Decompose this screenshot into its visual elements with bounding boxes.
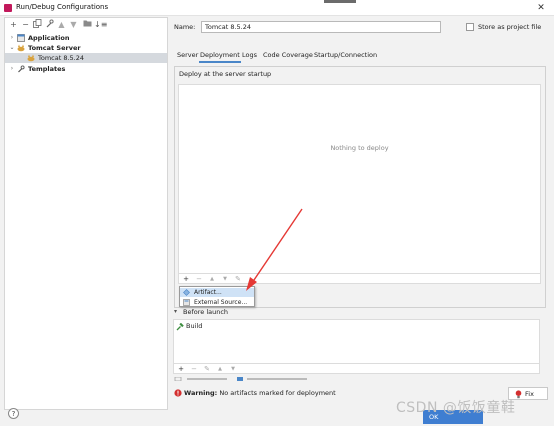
external-source-icon xyxy=(183,299,190,306)
tree-item-application[interactable]: › Application xyxy=(5,33,167,43)
drag-handle xyxy=(324,0,356,3)
window-title: Run/Debug Configurations xyxy=(16,3,109,11)
tab-deployment[interactable]: Deployment xyxy=(199,49,241,63)
fix-label: Fix xyxy=(525,390,534,398)
tab-startup-connection[interactable]: Startup/Connection xyxy=(313,49,378,61)
before-launch-header: Before launch xyxy=(183,308,229,316)
store-as-project-file-label: Store as project file xyxy=(478,23,542,31)
sort-icon[interactable]: ↓≡ xyxy=(94,19,107,30)
empty-state-text: Nothing to deploy xyxy=(330,144,389,152)
deployment-toolbar: + − ▲ ▼ ✎ xyxy=(178,274,541,284)
move-up-icon[interactable]: ▲ xyxy=(56,19,67,30)
move-up-icon[interactable]: ▲ xyxy=(207,274,217,284)
menu-item-label: External Source... xyxy=(194,299,248,306)
warning-message: Warning: No artifacts marked for deploym… xyxy=(184,389,336,397)
copy-icon[interactable] xyxy=(32,19,43,30)
tree-item-tomcat-8-5-24[interactable]: Tomcat 8.5.24 xyxy=(5,53,167,63)
move-down-icon[interactable]: ▼ xyxy=(220,274,230,284)
store-as-project-file-checkbox[interactable] xyxy=(466,23,474,31)
tomcat-icon xyxy=(27,54,35,62)
menu-item-label: Artifact... xyxy=(194,289,222,296)
lightbulb-icon xyxy=(515,390,522,403)
config-tabs: Server Deployment Logs Code Coverage Sta… xyxy=(174,49,549,63)
remove-icon[interactable]: − xyxy=(194,274,204,284)
title-bar: Run/Debug Configurations ✕ xyxy=(0,0,554,16)
before-launch-toolbar: + − ✎ ▲ ▼ xyxy=(173,364,540,374)
add-icon[interactable]: + xyxy=(181,274,191,284)
wrench-icon xyxy=(17,65,25,73)
tomcat-icon xyxy=(17,44,25,52)
menu-item-external-source[interactable]: External Source... xyxy=(180,298,254,307)
remove-icon[interactable]: − xyxy=(189,364,199,374)
tab-server[interactable]: Server xyxy=(176,49,199,61)
chevron-down-icon[interactable]: ⌄ xyxy=(9,43,15,53)
move-down-icon[interactable]: ▼ xyxy=(228,364,238,374)
name-field[interactable]: Tomcat 8.5.24 xyxy=(201,21,441,33)
build-hammer-icon xyxy=(176,322,184,333)
folder-icon[interactable] xyxy=(82,19,93,30)
chevron-down-icon[interactable]: ▾ xyxy=(174,308,177,315)
move-up-icon[interactable]: ▲ xyxy=(215,364,225,374)
warning-text: No artifacts marked for deployment xyxy=(217,389,336,397)
tab-code-coverage[interactable]: Code Coverage xyxy=(262,49,314,61)
clipped-options-row xyxy=(174,377,307,381)
tree-item-templates[interactable]: › Templates xyxy=(5,64,167,74)
move-down-icon[interactable]: ▼ xyxy=(68,19,79,30)
tree-toolbar: + − ▲ ▼ ↓≡ xyxy=(5,18,167,32)
before-launch-list[interactable]: Build xyxy=(173,319,540,364)
name-label: Name: xyxy=(174,23,196,31)
watermark: CSDN @饭饭童鞋 xyxy=(396,400,516,416)
edit-icon[interactable]: ✎ xyxy=(202,364,212,374)
artifact-icon xyxy=(183,289,190,296)
warning-label: Warning: xyxy=(184,389,218,397)
annotation-arrow xyxy=(246,208,303,291)
application-icon xyxy=(17,34,25,42)
configurations-tree-panel: + − ▲ ▼ ↓≡ › Application ⌄ Tomcat Server xyxy=(4,17,168,410)
add-icon[interactable]: + xyxy=(8,19,19,30)
add-icon[interactable]: + xyxy=(176,364,186,374)
list-item[interactable]: Build xyxy=(176,322,256,331)
warning-icon xyxy=(174,389,182,399)
help-button[interactable]: ? xyxy=(8,408,19,419)
tab-logs[interactable]: Logs xyxy=(241,49,258,61)
deploy-header: Deploy at the server startup xyxy=(179,70,272,78)
wrench-icon[interactable] xyxy=(44,19,55,30)
chevron-right-icon[interactable]: › xyxy=(9,64,15,74)
chevron-right-icon[interactable]: › xyxy=(9,33,15,43)
remove-icon[interactable]: − xyxy=(20,19,31,30)
deployment-list[interactable]: Nothing to deploy xyxy=(178,84,541,274)
app-icon xyxy=(4,4,12,12)
tree-item-tomcat-server[interactable]: ⌄ Tomcat Server xyxy=(5,43,167,53)
close-button[interactable]: ✕ xyxy=(528,0,554,16)
